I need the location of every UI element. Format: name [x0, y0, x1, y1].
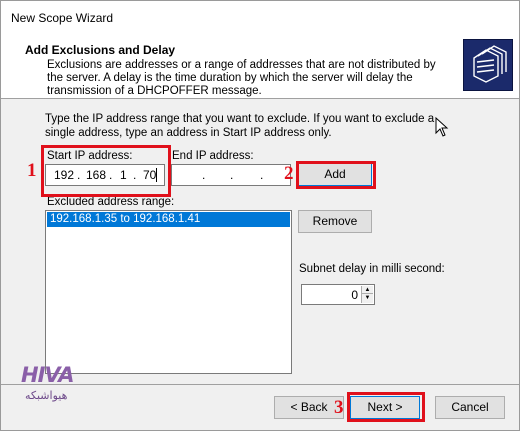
wizard-content: Type the IP address range that you want …	[1, 100, 519, 380]
wizard-header: Add Exclusions and Delay Exclusions are …	[1, 33, 519, 99]
list-item[interactable]: 192.168.1.35 to 192.168.1.41	[47, 212, 290, 227]
page-description: Exclusions are addresses or a range of a…	[47, 59, 436, 97]
mouse-pointer-icon	[435, 116, 449, 137]
window-title: New Scope Wizard	[11, 11, 114, 25]
annotation-number-1: 1	[27, 160, 37, 181]
subnet-delay-spinner[interactable]: 0 ▲ ▼	[301, 284, 375, 305]
new-scope-wizard-window: New Scope Wizard Add Exclusions and Dela…	[0, 0, 520, 431]
title-bar: New Scope Wizard	[1, 1, 519, 33]
excluded-range-label: Excluded address range:	[47, 196, 175, 208]
logo-subtitle: هیواشبکه	[25, 389, 68, 402]
spin-up-icon[interactable]: ▲	[362, 286, 373, 294]
annotation-number-2: 2	[284, 163, 294, 184]
end-ip-input[interactable]: . . .	[171, 164, 291, 186]
subnet-delay-value: 0	[351, 288, 358, 302]
annotation-number-3: 3	[334, 397, 344, 418]
remove-button[interactable]: Remove	[298, 210, 372, 233]
hiva-logo: HIVA هیواشبکه	[21, 363, 81, 413]
highlight-start-ip	[41, 145, 171, 197]
page-title: Add Exclusions and Delay	[25, 43, 176, 57]
highlight-next-button	[347, 392, 425, 422]
logo-mark: HIVA	[21, 363, 74, 387]
folders-icon	[463, 39, 513, 91]
end-ip-label: End IP address:	[172, 150, 254, 162]
instructions-text: Type the IP address range that you want …	[45, 113, 435, 139]
spin-down-icon[interactable]: ▼	[362, 294, 373, 302]
cancel-button[interactable]: Cancel	[435, 396, 505, 419]
highlight-add-button	[296, 161, 376, 189]
spinner-buttons: ▲ ▼	[361, 286, 373, 303]
subnet-delay-label: Subnet delay in milli second:	[299, 263, 445, 275]
excluded-range-list[interactable]: 192.168.1.35 to 192.168.1.41	[45, 210, 292, 374]
